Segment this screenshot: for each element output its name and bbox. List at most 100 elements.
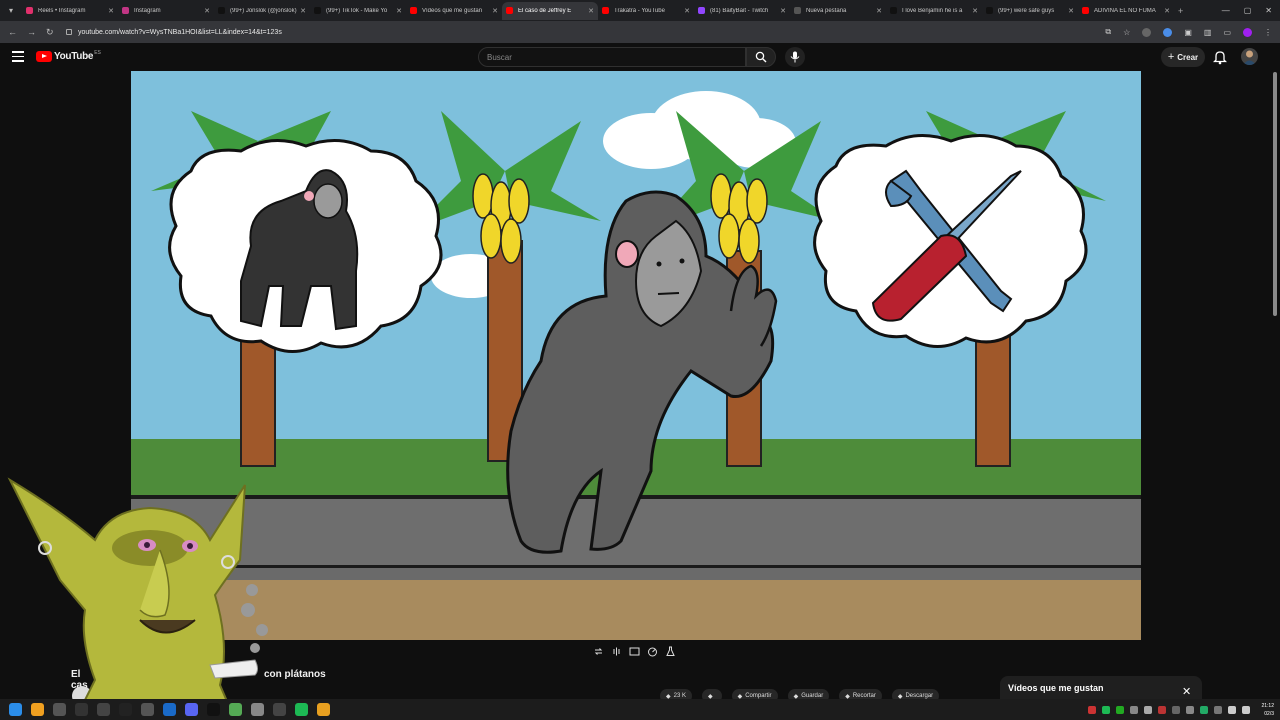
search-icon	[755, 51, 767, 63]
flask-icon[interactable]	[664, 645, 676, 657]
browser-tab[interactable]: El caso de Jeffrey E ✕	[502, 1, 598, 20]
tray-icon[interactable]	[1186, 705, 1194, 714]
tab-close-icon[interactable]: ✕	[1068, 7, 1074, 15]
tab-close-icon[interactable]: ✕	[396, 7, 402, 15]
browser-tab[interactable]: Reels • Instagram ✕	[22, 2, 118, 20]
app-icon[interactable]	[141, 703, 154, 716]
back-icon[interactable]: ←	[8, 27, 17, 38]
bookmark-star-icon[interactable]: ☆	[1123, 28, 1130, 37]
tab-search-icon[interactable]: ▾	[0, 0, 22, 21]
install-app-icon[interactable]: ⧉	[1105, 27, 1111, 37]
extensions-puzzle-icon[interactable]: ▣	[1184, 28, 1192, 37]
app-icon[interactable]	[53, 703, 66, 716]
voice-search-button[interactable]	[785, 47, 805, 67]
tab-close-icon[interactable]: ✕	[684, 7, 690, 15]
app-icon[interactable]	[163, 703, 176, 716]
system-clock[interactable]: 21:12 02/3	[1261, 702, 1274, 718]
tray-icon[interactable]	[1144, 705, 1152, 714]
tray-icon[interactable]	[1102, 705, 1110, 714]
tiktok-icon[interactable]	[207, 703, 220, 716]
profile-switch-icon[interactable]: ▭	[1223, 28, 1231, 37]
tab-label: (99+) Jonslok (@jonslok)	[230, 7, 297, 14]
extension-icon[interactable]	[1163, 27, 1173, 37]
system-tray	[1088, 699, 1250, 720]
youtube-logo[interactable]: YouTube ES	[36, 50, 101, 62]
tab-favicon-icon	[218, 7, 225, 14]
tab-label: ADIVINA EL NO FUMA	[1094, 7, 1156, 14]
tab-close-icon[interactable]: ✕	[108, 7, 114, 15]
tab-close-icon[interactable]: ✕	[780, 7, 786, 15]
browser-tab[interactable]: I love Benjamin he is a ✕	[886, 2, 982, 20]
discord-icon[interactable]	[185, 703, 198, 716]
tray-icon[interactable]	[1214, 705, 1222, 714]
browser-tab[interactable]: ADIVINA EL NO FUMA ✕	[1078, 2, 1174, 20]
browser-tab[interactable]: Instagram ✕	[118, 2, 214, 20]
maximize-button[interactable]: ▢	[1244, 6, 1252, 15]
app-icon[interactable]	[251, 703, 264, 716]
close-playlist-icon[interactable]: ✕	[1182, 685, 1191, 698]
forward-icon[interactable]: →	[27, 27, 36, 38]
url-field[interactable]: youtube.com/watch?v=WysTNBa1HOI&list=LL&…	[66, 24, 1090, 41]
tab-close-icon[interactable]: ✕	[492, 7, 498, 15]
tab-label: Instagram	[134, 7, 161, 14]
profile-avatar[interactable]	[1243, 27, 1252, 37]
app-icon[interactable]	[75, 703, 88, 716]
audio-visualizer-icon[interactable]	[610, 645, 622, 657]
tab-close-icon[interactable]: ✕	[876, 7, 882, 15]
close-window-button[interactable]: ✕	[1265, 6, 1272, 15]
search-input[interactable]: Buscar	[478, 47, 746, 67]
sidepanel-icon[interactable]: ▥	[1204, 28, 1212, 37]
youtube-play-icon	[36, 51, 52, 62]
tab-close-icon[interactable]: ✕	[1164, 7, 1170, 15]
search-taskbar-icon[interactable]	[31, 703, 44, 716]
scrollbar-thumb[interactable]	[1273, 72, 1277, 316]
tab-label: (99+) TikTok - Make Yo	[326, 7, 388, 14]
tab-label: I love Benjamin he is a	[902, 7, 963, 14]
notifications-bell-icon[interactable]	[1212, 49, 1228, 65]
tray-icon[interactable]	[1116, 705, 1124, 714]
browser-tab[interactable]: Nueva pestaña ✕	[790, 2, 886, 20]
start-menu-icon[interactable]	[9, 703, 22, 716]
chrome-icon[interactable]	[317, 703, 330, 716]
app-icon[interactable]	[273, 703, 286, 716]
tab-favicon-icon	[506, 7, 513, 14]
volume-icon[interactable]	[1242, 705, 1250, 714]
app-icon[interactable]	[97, 703, 110, 716]
reload-icon[interactable]: ↻	[46, 27, 54, 38]
browser-tab[interactable]: (99+) were safe guys ✕	[982, 2, 1078, 20]
tab-close-icon[interactable]: ✕	[972, 7, 978, 15]
tab-close-icon[interactable]: ✕	[588, 7, 594, 15]
tab-label: Vídeos que me gustan	[422, 7, 483, 14]
app-icon[interactable]	[119, 703, 132, 716]
minimize-button[interactable]: —	[1222, 6, 1230, 15]
wifi-icon[interactable]	[1228, 705, 1236, 714]
page-scrollbar[interactable]	[1271, 50, 1278, 630]
address-bar-row: ← → ↻ youtube.com/watch?v=WysTNBa1HOI&li…	[0, 21, 1280, 43]
tray-icon[interactable]	[1172, 705, 1180, 714]
extension-icon[interactable]	[1142, 27, 1152, 37]
browser-tab[interactable]: Vídeos que me gustan ✕	[406, 2, 502, 20]
account-avatar[interactable]	[1241, 48, 1258, 65]
tab-label: Trakatrá - YouTube	[614, 7, 665, 14]
browser-tab[interactable]: (81) BaityBait - Twitch ✕	[694, 2, 790, 20]
tray-icon[interactable]	[1158, 705, 1166, 714]
app-icon[interactable]	[229, 703, 242, 716]
miniplayer-icon[interactable]	[628, 645, 640, 657]
spotify-icon[interactable]	[295, 703, 308, 716]
create-button[interactable]: + Crear	[1161, 47, 1205, 67]
browser-menu-icon[interactable]: ⋮	[1264, 28, 1272, 37]
site-info-icon[interactable]	[66, 29, 72, 35]
new-tab-button[interactable]: +	[1178, 6, 1183, 16]
tray-icon[interactable]	[1088, 705, 1096, 714]
search-button[interactable]	[746, 47, 776, 67]
tab-close-icon[interactable]: ✕	[204, 7, 210, 15]
hamburger-menu-icon[interactable]	[12, 51, 24, 63]
browser-tab[interactable]: Trakatrá - YouTube ✕	[598, 2, 694, 20]
tray-icon[interactable]	[1200, 705, 1208, 714]
browser-tab[interactable]: (99+) Jonslok (@jonslok) ✕	[214, 2, 310, 20]
browser-tab[interactable]: (99+) TikTok - Make Yo ✕	[310, 2, 406, 20]
speed-gauge-icon[interactable]	[646, 645, 658, 657]
tab-close-icon[interactable]: ✕	[300, 7, 306, 15]
loop-icon[interactable]	[592, 645, 604, 657]
tray-icon[interactable]	[1130, 705, 1138, 714]
